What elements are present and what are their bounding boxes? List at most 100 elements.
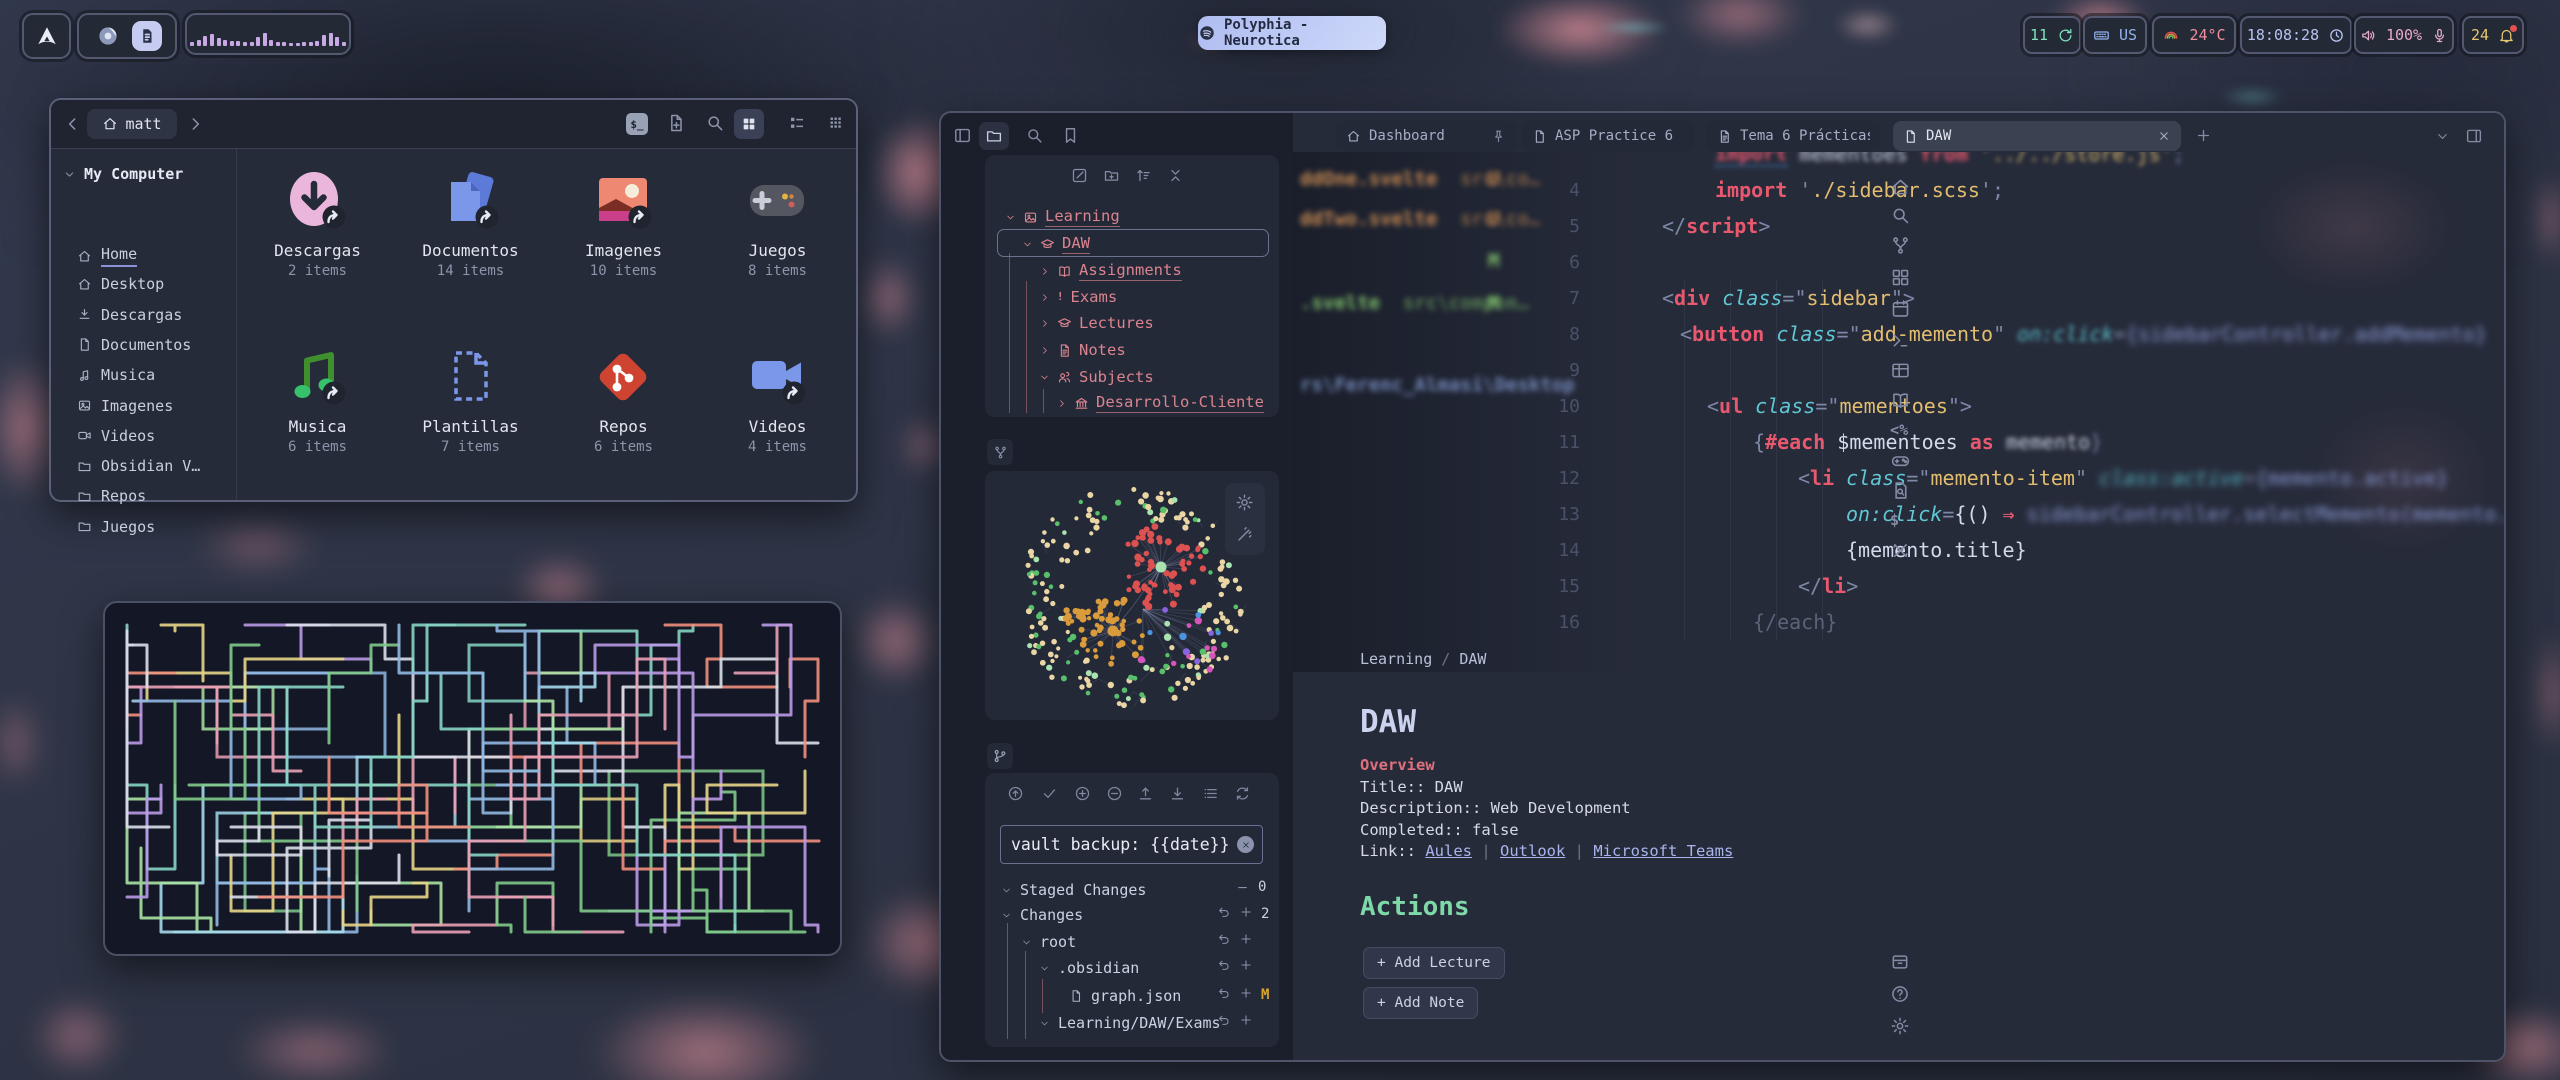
left-sidebar-toggle[interactable]	[953, 126, 972, 149]
git-discard-button[interactable]	[1217, 957, 1231, 976]
ribbon-file-search-button[interactable]	[1890, 480, 1911, 505]
sidebar-item-imagenes[interactable]: Imagenes	[77, 397, 173, 415]
sidebar-item-documentos[interactable]: Documentos	[77, 336, 191, 354]
sidebar-item-musica[interactable]: Musica	[77, 366, 155, 384]
git-refresh-button[interactable]	[1234, 785, 1251, 806]
git-row-learning-daw-exams[interactable]: Learning/DAW/Exams	[1039, 1014, 1221, 1032]
file-grid-item-videos[interactable]: Videos4 items	[701, 345, 854, 495]
location-button[interactable]: matt	[87, 109, 177, 139]
git-unstage-all-button[interactable]	[1106, 785, 1123, 806]
ribbon-gear-button[interactable]	[1890, 1016, 1910, 1040]
sidebar-item-desktop[interactable]: Desktop	[77, 275, 164, 293]
git-row-graph-json[interactable]: graph.json	[1069, 987, 1181, 1005]
ribbon-terminal-button[interactable]	[1890, 330, 1911, 355]
tab-daw[interactable]: DAW	[1893, 121, 2181, 151]
ribbon-grid4-button[interactable]	[1890, 267, 1911, 292]
tree-item-assignments[interactable]: Assignments	[1039, 261, 1182, 281]
link-outlook[interactable]: Outlook	[1500, 842, 1565, 860]
clear-input-icon[interactable]	[1237, 836, 1254, 853]
git-push-button[interactable]	[1137, 785, 1154, 806]
-add-lecturebutton[interactable]: + Add Lecture	[1363, 947, 1505, 979]
ribbon-calendar-button[interactable]	[1890, 298, 1911, 323]
compact-view-button[interactable]	[827, 114, 844, 135]
file-grid-item-juegos[interactable]: Juegos8 items	[701, 169, 854, 319]
search-button[interactable]	[705, 113, 725, 137]
sidebar-item-juegos[interactable]: Juegos	[77, 518, 155, 536]
app-launcher-button[interactable]	[22, 13, 71, 59]
git-discard-button[interactable]	[1217, 931, 1231, 950]
link-aules[interactable]: Aules	[1425, 842, 1472, 860]
list-view-button[interactable]	[788, 114, 806, 136]
right-sidebar-toggle[interactable]	[2465, 127, 2483, 149]
tray-updates[interactable]: 11	[2023, 16, 2081, 54]
breadcrumb-item[interactable]: DAW	[1459, 650, 1486, 668]
tree-item-desarrollo-cliente[interactable]: Desarrollo-Cliente	[1056, 393, 1264, 413]
new-tab-button[interactable]	[2195, 127, 2212, 148]
tray-notifications[interactable]: 24	[2462, 16, 2524, 54]
tree-item-subjects[interactable]: Subjects	[1039, 368, 1154, 386]
ribbon-gamepad-button[interactable]	[1890, 450, 1911, 475]
forward-button[interactable]	[185, 114, 205, 134]
chevron-down-icon[interactable]	[63, 168, 76, 181]
ribbon-code-tag-button[interactable]: <%	[1890, 420, 1908, 439]
grid-view-button-active[interactable]	[734, 109, 764, 139]
tree-item-exams[interactable]: !Exams	[1039, 288, 1117, 306]
commit-message-input[interactable]: vault backup: {{date}}	[1000, 825, 1263, 864]
search-ribbon-button[interactable]	[1025, 126, 1044, 149]
ribbon-help-button[interactable]	[1890, 984, 1910, 1008]
git-discard-button[interactable]	[1217, 985, 1231, 1004]
sidebar-item-descargas[interactable]: Descargas	[77, 306, 182, 324]
breadcrumb-item[interactable]: Learning	[1360, 650, 1432, 668]
graph-filter-button[interactable]	[1235, 525, 1254, 548]
git-row-root[interactable]: root	[1021, 933, 1076, 951]
git-stage-button[interactable]	[1239, 1012, 1253, 1031]
git-commit-button[interactable]	[1041, 785, 1058, 806]
file-grid-item-descargas[interactable]: Descargas2 items	[241, 169, 394, 319]
file-grid-item-plantillas[interactable]: Plantillas7 items	[394, 345, 547, 495]
git-discard-button[interactable]	[1217, 1012, 1231, 1031]
git-pull-button[interactable]	[1169, 785, 1186, 806]
sidebar-item-repos[interactable]: Repos	[77, 487, 146, 505]
graph-settings-button[interactable]	[1235, 493, 1254, 516]
ribbon-fork-button[interactable]	[1890, 235, 1911, 260]
-add-notebutton[interactable]: + Add Note	[1363, 987, 1478, 1019]
tree-item-learning[interactable]: Learning	[1005, 207, 1120, 227]
explorer-collapse-button[interactable]	[1167, 167, 1184, 188]
link-microsoft-teams[interactable]: Microsoft Teams	[1593, 842, 1733, 860]
terminal-icon[interactable]: $_	[626, 113, 648, 135]
tree-item-daw[interactable]: DAW	[1022, 234, 1090, 254]
tray-volume[interactable]: 100%	[2354, 16, 2454, 54]
explorer-folder-plus-button[interactable]	[1103, 167, 1120, 188]
file-grid-item-repos[interactable]: Repos6 items	[547, 345, 700, 495]
workspace-switcher[interactable]	[77, 13, 177, 59]
explorer-edit-button[interactable]	[1071, 167, 1088, 188]
git-row-changes[interactable]: Changes	[1001, 906, 1083, 924]
ribbon-book-open-button[interactable]	[1890, 390, 1911, 415]
sidebar-item-home[interactable]: Home	[77, 245, 137, 267]
workspace-1[interactable]	[93, 21, 123, 51]
explorer-toggle-active[interactable]	[979, 122, 1009, 150]
graph-panel-button[interactable]	[987, 439, 1013, 465]
ribbon-house-button[interactable]	[1890, 177, 1911, 202]
now-playing-widget[interactable]: Polyphia - Neurotica	[1198, 16, 1386, 50]
git-commit-push-button[interactable]	[1007, 785, 1024, 806]
bookmark-ribbon-button[interactable]	[1061, 126, 1080, 149]
git-stage-button[interactable]	[1239, 904, 1253, 923]
ribbon-dollar-button[interactable]: $	[1890, 510, 1899, 529]
file-grid-item-musica[interactable]: Musica6 items	[241, 345, 394, 495]
tab-asp-practice-6[interactable]: ASP Practice 6	[1522, 121, 1694, 151]
tray-weather[interactable]: 24°C	[2152, 16, 2236, 54]
back-button[interactable]	[63, 114, 83, 134]
git-stage-button[interactable]	[1239, 985, 1253, 1004]
tab-tema-6-pr-cticas-[interactable]: Tema 6 Prácticas -…	[1707, 121, 1880, 151]
ribbon-tools-button[interactable]	[1890, 540, 1911, 565]
tree-item-lectures[interactable]: Lectures	[1039, 314, 1154, 332]
file-grid-item-imagenes[interactable]: Imagenes10 items	[547, 169, 700, 319]
git-discard-button[interactable]	[1217, 904, 1231, 923]
ribbon-search-button[interactable]	[1890, 205, 1911, 230]
new-file-button[interactable]	[666, 113, 686, 137]
tab-list-chevron[interactable]	[2435, 129, 2450, 148]
git-stage-button[interactable]	[1239, 931, 1253, 950]
git-stage-button[interactable]	[1239, 957, 1253, 976]
git-row--obsidian[interactable]: .obsidian	[1039, 959, 1139, 977]
